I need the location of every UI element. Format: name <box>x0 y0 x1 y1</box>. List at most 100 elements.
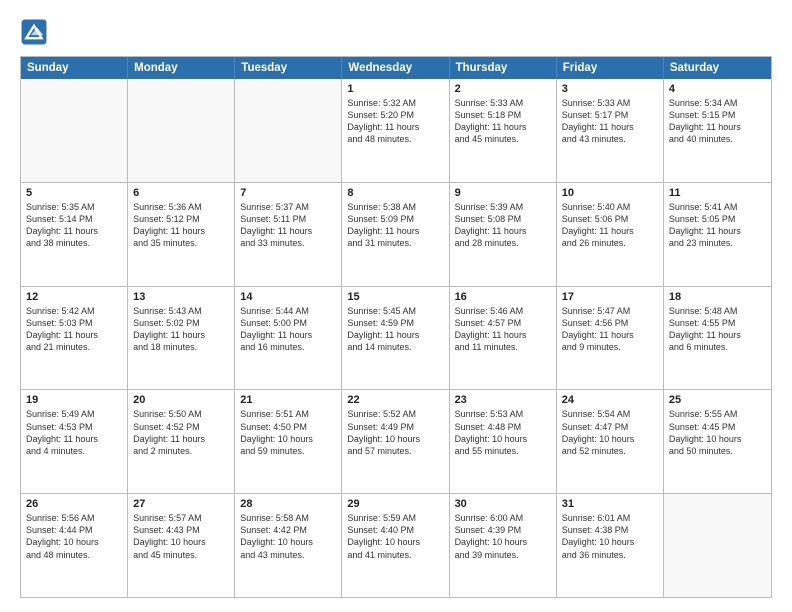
cell-text: Sunrise: 5:59 AM Sunset: 4:40 PM Dayligh… <box>347 512 443 561</box>
calendar-cell: 22Sunrise: 5:52 AM Sunset: 4:49 PM Dayli… <box>342 390 449 493</box>
calendar-cell <box>235 79 342 182</box>
calendar-cell: 1 Sunrise: 5:32 AM Sunset: 5:20 PM Daylig… <box>342 79 449 182</box>
calendar-header-cell: Saturday <box>664 57 771 79</box>
calendar-cell: 6 Sunrise: 5:36 AM Sunset: 5:12 PM Daylig… <box>128 183 235 286</box>
day-number: 5 <box>26 187 122 199</box>
day-number: 14 <box>240 291 336 303</box>
calendar-cell <box>21 79 128 182</box>
cell-text: Sunrise: 5:49 AM Sunset: 4:53 PM Dayligh… <box>26 408 122 457</box>
day-number: 13 <box>133 291 229 303</box>
day-number: 2 <box>455 83 551 95</box>
calendar-cell: 19 Sunrise: 5:49 AM Sunset: 4:53 PM Dayli… <box>21 390 128 493</box>
calendar-header-cell: Tuesday <box>235 57 342 79</box>
calendar-cell: 26 Sunrise: 5:56 AM Sunset: 4:44 PM Dayli… <box>21 494 128 597</box>
cell-text: Sunrise: 5:39 AM Sunset: 5:08 PM Dayligh… <box>455 201 551 250</box>
cell-text: Sunrise: 5:32 AM Sunset: 5:20 PM Dayligh… <box>347 97 443 146</box>
calendar-cell: 11Sunrise: 5:41 AM Sunset: 5:05 PM Dayli… <box>664 183 771 286</box>
calendar-cell <box>128 79 235 182</box>
cell-text: Sunrise: 6:01 AM Sunset: 4:38 PM Dayligh… <box>562 512 658 561</box>
cell-text: Sunrise: 5:33 AM Sunset: 5:17 PM Dayligh… <box>562 97 658 146</box>
day-number: 30 <box>455 498 551 510</box>
cell-text: Sunrise: 5:45 AM Sunset: 4:59 PM Dayligh… <box>347 305 443 354</box>
day-number: 21 <box>240 394 336 406</box>
day-number: 11 <box>669 187 766 199</box>
day-number: 26 <box>26 498 122 510</box>
logo <box>20 18 52 46</box>
calendar-cell: 27Sunrise: 5:57 AM Sunset: 4:43 PM Dayli… <box>128 494 235 597</box>
calendar-cell: 24Sunrise: 5:54 AM Sunset: 4:47 PM Dayli… <box>557 390 664 493</box>
day-number: 1 <box>347 83 443 95</box>
cell-text: Sunrise: 5:48 AM Sunset: 4:55 PM Dayligh… <box>669 305 766 354</box>
calendar-cell: 9 Sunrise: 5:39 AM Sunset: 5:08 PM Daylig… <box>450 183 557 286</box>
day-number: 3 <box>562 83 658 95</box>
day-number: 9 <box>455 187 551 199</box>
calendar-row: 19 Sunrise: 5:49 AM Sunset: 4:53 PM Dayli… <box>21 389 771 493</box>
cell-text: Sunrise: 5:47 AM Sunset: 4:56 PM Dayligh… <box>562 305 658 354</box>
cell-text: Sunrise: 5:54 AM Sunset: 4:47 PM Dayligh… <box>562 408 658 457</box>
calendar-cell: 18Sunrise: 5:48 AM Sunset: 4:55 PM Dayli… <box>664 287 771 390</box>
calendar-header-cell: Monday <box>128 57 235 79</box>
day-number: 8 <box>347 187 443 199</box>
day-number: 10 <box>562 187 658 199</box>
day-number: 31 <box>562 498 658 510</box>
cell-text: Sunrise: 5:38 AM Sunset: 5:09 PM Dayligh… <box>347 201 443 250</box>
calendar-cell: 5 Sunrise: 5:35 AM Sunset: 5:14 PM Daylig… <box>21 183 128 286</box>
calendar-cell: 23 Sunrise: 5:53 AM Sunset: 4:48 PM Dayli… <box>450 390 557 493</box>
cell-text: Sunrise: 5:33 AM Sunset: 5:18 PM Dayligh… <box>455 97 551 146</box>
day-number: 6 <box>133 187 229 199</box>
cell-text: Sunrise: 5:44 AM Sunset: 5:00 PM Dayligh… <box>240 305 336 354</box>
calendar-row: 5 Sunrise: 5:35 AM Sunset: 5:14 PM Daylig… <box>21 182 771 286</box>
cell-text: Sunrise: 5:42 AM Sunset: 5:03 PM Dayligh… <box>26 305 122 354</box>
calendar-body: 1 Sunrise: 5:32 AM Sunset: 5:20 PM Daylig… <box>21 79 771 597</box>
day-number: 15 <box>347 291 443 303</box>
day-number: 12 <box>26 291 122 303</box>
calendar-cell: 28Sunrise: 5:58 AM Sunset: 4:42 PM Dayli… <box>235 494 342 597</box>
calendar: SundayMondayTuesdayWednesdayThursdayFrid… <box>20 56 772 598</box>
calendar-cell: 25 Sunrise: 5:55 AM Sunset: 4:45 PM Dayli… <box>664 390 771 493</box>
cell-text: Sunrise: 5:34 AM Sunset: 5:15 PM Dayligh… <box>669 97 766 146</box>
cell-text: Sunrise: 5:50 AM Sunset: 4:52 PM Dayligh… <box>133 408 229 457</box>
calendar-header-cell: Sunday <box>21 57 128 79</box>
cell-text: Sunrise: 5:36 AM Sunset: 5:12 PM Dayligh… <box>133 201 229 250</box>
calendar-cell <box>664 494 771 597</box>
calendar-header-cell: Wednesday <box>342 57 449 79</box>
cell-text: Sunrise: 5:55 AM Sunset: 4:45 PM Dayligh… <box>669 408 766 457</box>
day-number: 25 <box>669 394 766 406</box>
calendar-cell: 20 Sunrise: 5:50 AM Sunset: 4:52 PM Dayli… <box>128 390 235 493</box>
calendar-cell: 7Sunrise: 5:37 AM Sunset: 5:11 PM Daylig… <box>235 183 342 286</box>
calendar-row: 12 Sunrise: 5:42 AM Sunset: 5:03 PM Dayli… <box>21 286 771 390</box>
calendar-cell: 17Sunrise: 5:47 AM Sunset: 4:56 PM Dayli… <box>557 287 664 390</box>
cell-text: Sunrise: 5:37 AM Sunset: 5:11 PM Dayligh… <box>240 201 336 250</box>
cell-text: Sunrise: 6:00 AM Sunset: 4:39 PM Dayligh… <box>455 512 551 561</box>
day-number: 23 <box>455 394 551 406</box>
calendar-cell: 8 Sunrise: 5:38 AM Sunset: 5:09 PM Daylig… <box>342 183 449 286</box>
day-number: 22 <box>347 394 443 406</box>
cell-text: Sunrise: 5:53 AM Sunset: 4:48 PM Dayligh… <box>455 408 551 457</box>
calendar-cell: 29 Sunrise: 5:59 AM Sunset: 4:40 PM Dayli… <box>342 494 449 597</box>
day-number: 27 <box>133 498 229 510</box>
calendar-row: 1 Sunrise: 5:32 AM Sunset: 5:20 PM Daylig… <box>21 79 771 182</box>
calendar-cell: 31 Sunrise: 6:01 AM Sunset: 4:38 PM Dayli… <box>557 494 664 597</box>
header <box>20 18 772 46</box>
cell-text: Sunrise: 5:51 AM Sunset: 4:50 PM Dayligh… <box>240 408 336 457</box>
calendar-cell: 16 Sunrise: 5:46 AM Sunset: 4:57 PM Dayli… <box>450 287 557 390</box>
logo-icon <box>20 18 48 46</box>
cell-text: Sunrise: 5:40 AM Sunset: 5:06 PM Dayligh… <box>562 201 658 250</box>
cell-text: Sunrise: 5:46 AM Sunset: 4:57 PM Dayligh… <box>455 305 551 354</box>
cell-text: Sunrise: 5:56 AM Sunset: 4:44 PM Dayligh… <box>26 512 122 561</box>
calendar-header-cell: Thursday <box>450 57 557 79</box>
day-number: 16 <box>455 291 551 303</box>
page: SundayMondayTuesdayWednesdayThursdayFrid… <box>0 0 792 612</box>
calendar-cell: 12 Sunrise: 5:42 AM Sunset: 5:03 PM Dayli… <box>21 287 128 390</box>
day-number: 20 <box>133 394 229 406</box>
calendar-cell: 10 Sunrise: 5:40 AM Sunset: 5:06 PM Dayli… <box>557 183 664 286</box>
day-number: 29 <box>347 498 443 510</box>
calendar-cell: 14 Sunrise: 5:44 AM Sunset: 5:00 PM Dayli… <box>235 287 342 390</box>
cell-text: Sunrise: 5:35 AM Sunset: 5:14 PM Dayligh… <box>26 201 122 250</box>
cell-text: Sunrise: 5:43 AM Sunset: 5:02 PM Dayligh… <box>133 305 229 354</box>
day-number: 28 <box>240 498 336 510</box>
calendar-header-cell: Friday <box>557 57 664 79</box>
calendar-cell: 21 Sunrise: 5:51 AM Sunset: 4:50 PM Dayli… <box>235 390 342 493</box>
day-number: 19 <box>26 394 122 406</box>
day-number: 4 <box>669 83 766 95</box>
